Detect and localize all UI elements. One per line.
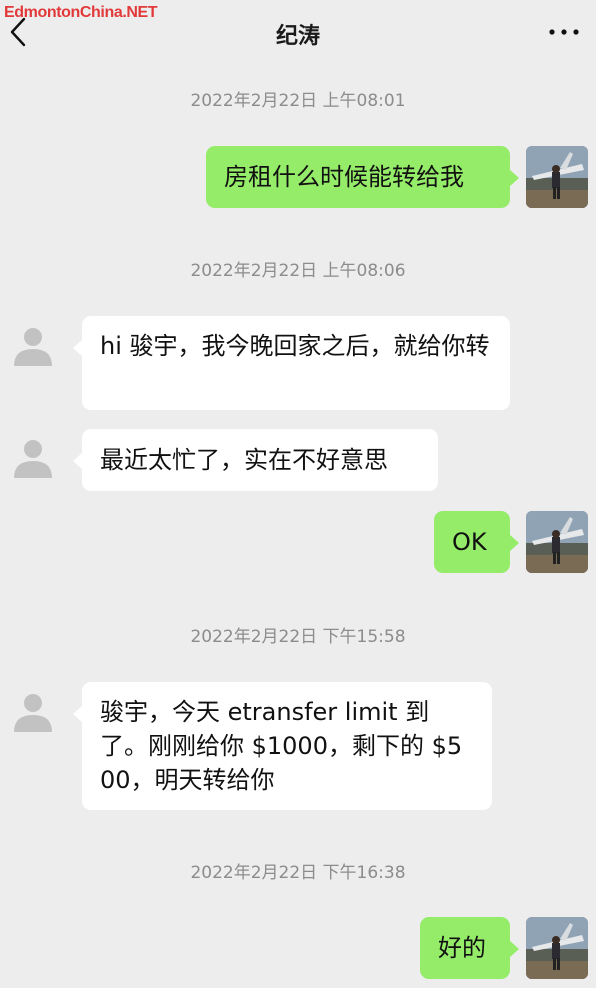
default-user-icon <box>14 440 52 478</box>
message-bubble-outgoing[interactable]: OK <box>434 511 519 573</box>
avatar-self[interactable] <box>526 511 588 573</box>
chat-header: 纪涛 <box>0 0 596 66</box>
default-user-icon <box>14 694 52 732</box>
message-bubble-outgoing[interactable]: 房租什么时候能转给我 <box>206 146 519 208</box>
timestamp: 2022年2月22日 下午16:38 <box>190 863 406 883</box>
default-user-icon <box>14 328 52 366</box>
timestamp: 2022年2月22日 上午08:01 <box>190 91 406 111</box>
timestamp: 2022年2月22日 下午15:58 <box>190 627 406 647</box>
message-bubble-incoming[interactable]: 最近太忙了，实在不好意思 <box>73 429 438 491</box>
avatar-contact[interactable] <box>6 318 68 380</box>
avatar-self[interactable] <box>526 146 588 208</box>
photo-avatar-icon <box>526 917 588 979</box>
timestamp: 2022年2月22日 上午08:06 <box>190 261 406 281</box>
avatar-contact[interactable] <box>6 684 68 746</box>
chat-title: 纪涛 <box>275 24 320 49</box>
photo-avatar-icon <box>526 511 588 573</box>
message-bubble-outgoing[interactable]: 好的 <box>420 917 519 979</box>
message-bubble-incoming[interactable]: 骏宇，今天 etransfer limit 到了。刚刚给你 $1000，剩下的 … <box>73 682 492 810</box>
photo-avatar-icon <box>526 146 588 208</box>
more-dots-icon[interactable] <box>548 22 580 42</box>
avatar-self[interactable] <box>526 917 588 979</box>
avatar-contact[interactable] <box>6 430 68 492</box>
message-bubble-incoming[interactable]: hi 骏宇，我今晚回家之后，就给你转 <box>73 316 510 410</box>
